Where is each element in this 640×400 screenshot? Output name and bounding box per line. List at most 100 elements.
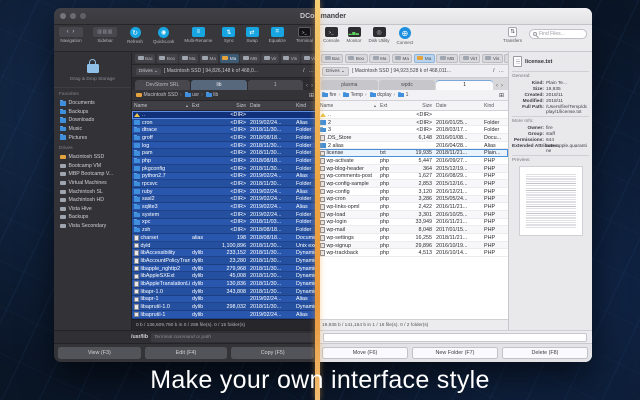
fkey-button[interactable]: Copy (F5) — [231, 347, 315, 359]
sidebar-item[interactable]: Documents — [54, 99, 131, 108]
tab[interactable]: plasma — [321, 80, 378, 90]
tab[interactable]: wpdc — [378, 80, 436, 90]
sidebar-item[interactable]: Music — [54, 125, 131, 134]
table-row[interactable]: ruby <DIR> 2019/02/24... Alias — [132, 187, 318, 196]
table-row[interactable]: 3 <DIR> 2018/03/17... Folder — [318, 126, 508, 135]
sidebar-item[interactable]: Downloads — [54, 116, 131, 125]
table-row[interactable]: wp-cron php 3,286 2015/05/24... PHP — [318, 195, 508, 204]
fkey-button[interactable]: Move (F6) — [322, 347, 408, 359]
table-row[interactable]: libapr-1.0 dylib 343,808 2018/11/30... D… — [132, 287, 318, 296]
style-divider-line[interactable] — [315, 0, 320, 400]
table-row[interactable]: system <DIR> 2019/02/24... Folder — [132, 210, 318, 219]
fkey-button[interactable]: Delete (F8) — [502, 347, 588, 359]
tab[interactable]: 1 — [436, 80, 494, 90]
more-button[interactable]: … — [309, 68, 315, 74]
table-row[interactable]: wp-load php 3,301 2016/10/25... PHP — [318, 210, 508, 219]
root-button[interactable]: / — [303, 68, 305, 74]
terminal-command-input[interactable] — [323, 332, 587, 342]
toolbar-button[interactable]: Disk Utility — [369, 27, 390, 45]
tab[interactable]: DevStorm SRL — [135, 80, 191, 90]
drive-button[interactable]: Ma — [199, 53, 219, 63]
sidebar-item[interactable]: Backups — [54, 108, 131, 117]
drive-button[interactable]: Vir — [261, 53, 280, 63]
root-button[interactable]: / — [493, 68, 495, 74]
table-row[interactable]: dtrace <DIR> 2018/11/30... Folder — [132, 126, 318, 135]
breadcrumb-item[interactable]: 1 — [393, 91, 408, 98]
drive-button[interactable]: Ma — [391, 53, 413, 63]
toolbar-button[interactable]: Monitor — [347, 27, 362, 45]
table-row[interactable]: 2 <DIR> 2016/01/25... Folder — [318, 118, 508, 127]
table-row[interactable]: xpc <DIR> 2018/11/03... Folder — [132, 218, 318, 227]
toolbar-button[interactable]: Swap — [245, 27, 259, 43]
sidebar-item[interactable]: Virtual Machines — [54, 179, 131, 188]
table-row[interactable]: wp-comments-post php 1,627 2016/08/29...… — [318, 172, 508, 181]
tab[interactable]: lib — [191, 80, 247, 90]
tab-prev-icon[interactable]: ‹ — [306, 83, 308, 89]
toolbar-button[interactable]: Navigation — [59, 27, 83, 43]
table-row[interactable]: libAppleTranslationLi... dylib 130,836 2… — [132, 280, 318, 288]
table-row[interactable]: libAccessibility dylib 233,152 2018/11/3… — [132, 249, 318, 258]
table-row[interactable]: .. <DIR> — [318, 111, 508, 119]
drive-button[interactable]: Ma — [179, 53, 198, 63]
table-row[interactable]: wp-config-sample php 2,853 2015/12/16...… — [318, 180, 508, 188]
table-row[interactable]: wp-config php 3,120 2016/12/21... PHP — [318, 187, 508, 196]
table-row[interactable]: cron <DIR> 2019/02/24... Alias — [132, 118, 318, 127]
table-row[interactable]: dyld 1,100,896 2018/11/30... Unix exec..… — [132, 241, 318, 250]
table-row[interactable]: wp-trackback php 4,513 2016/10/14... PHP — [318, 249, 508, 258]
table-row[interactable]: php <DIR> 2018/08/18... Folder — [132, 157, 318, 165]
column-kind[interactable]: Kind — [482, 103, 508, 109]
sidebar-item[interactable]: Vista Hive — [54, 205, 131, 214]
close-button[interactable] — [60, 13, 66, 19]
grid-view-icon[interactable]: ⊞ — [309, 92, 314, 99]
drive-button[interactable]: Boo — [156, 53, 178, 63]
toolbar-button[interactable]: QuickLook — [153, 27, 174, 44]
breadcrumb-item[interactable]: lib — [201, 91, 218, 98]
table-row[interactable]: python2.7 <DIR> 2019/02/24... Alias — [132, 172, 318, 181]
drive-button[interactable]: MB — [240, 53, 260, 63]
breadcrumb-item[interactable]: Temp — [338, 91, 363, 98]
table-row[interactable]: libAccountPolicyTrans... dylib 23,280 20… — [132, 257, 318, 265]
find-files-input[interactable]: Find Files... — [529, 29, 587, 39]
sidebar-item[interactable]: MBP Bootcamp V... — [54, 170, 131, 179]
column-name[interactable]: Name ▴ — [132, 103, 190, 109]
column-size[interactable]: Size — [396, 103, 434, 109]
column-date[interactable]: Date — [434, 103, 482, 109]
drive-button[interactable]: Bac — [321, 53, 344, 63]
drive-button[interactable]: Virt — [459, 53, 481, 63]
toolbar-button[interactable]: Terminal — [296, 27, 313, 43]
drive-button[interactable]: MB — [436, 53, 458, 63]
column-ext[interactable]: Ext — [190, 103, 210, 109]
more-button[interactable]: … — [499, 68, 505, 74]
drag-drop-storage[interactable]: Drag & Drop Storage — [54, 52, 131, 88]
table-row[interactable]: wp-mail php 8,048 2017/01/15... PHP — [318, 226, 508, 234]
table-row[interactable]: log <DIR> 2018/11/30... Folder — [132, 141, 318, 150]
fkey-button[interactable]: View (F3) — [58, 347, 141, 359]
sidebar-item[interactable]: Backups — [54, 213, 131, 222]
fkey-button[interactable]: New Folder (F7) — [412, 347, 498, 359]
column-size[interactable]: Size — [210, 103, 248, 109]
breadcrumb-item[interactable]: fire — [322, 91, 336, 98]
breadcrumb-item[interactable]: dcplay — [365, 91, 391, 98]
table-row[interactable]: wp-blog-header php 364 2015/12/19... PHP — [318, 164, 508, 173]
minimize-button[interactable] — [70, 13, 76, 19]
toolbar-button[interactable]: Sidebar — [93, 27, 118, 43]
drive-button[interactable]: Vis — [481, 53, 503, 63]
toolbar-button[interactable]: Sync — [222, 27, 236, 43]
toolbar-button[interactable]: Equalize — [269, 27, 286, 43]
table-row[interactable]: 2 alias 2016/04/28... Alias — [318, 141, 508, 150]
drive-button[interactable]: Bac — [135, 53, 156, 63]
drives-selector[interactable]: Drives ⌄ — [322, 66, 349, 76]
table-row[interactable]: groff <DIR> 2018/08/18... Folder — [132, 134, 318, 142]
table-row[interactable]: wp-signup php 29,896 2016/10/19... PHP — [318, 241, 508, 250]
table-row[interactable]: .. <DIR> — [132, 111, 318, 119]
terminal-command-input[interactable]: Terminal command or path — [151, 332, 313, 342]
drive-button[interactable]: Ma — [413, 53, 435, 63]
table-row[interactable]: libAppleSXExt dylib 45,008 2018/11/30...… — [132, 272, 318, 281]
column-date[interactable]: Date — [248, 103, 294, 109]
fkey-button[interactable]: Edit (F4) — [144, 347, 228, 359]
sidebar-item[interactable]: Machintosh HD — [54, 196, 131, 205]
drive-button[interactable]: Ma — [369, 53, 390, 63]
toolbar-button[interactable]: Multi-Rename — [184, 27, 212, 43]
table-row[interactable]: rpcsvc <DIR> 2018/11/30... Folder — [132, 180, 318, 188]
table-row[interactable]: libapr-1 dylib 2019/02/24... Alias — [132, 295, 318, 304]
